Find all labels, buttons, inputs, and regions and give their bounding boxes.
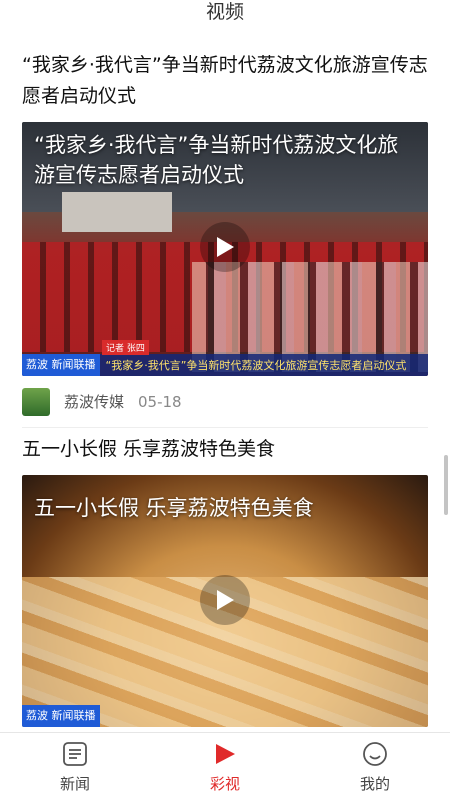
video-scene-wall	[62, 192, 172, 232]
video-thumbnail[interactable]: “我家乡·我代言”争当新时代荔波文化旅游宣传志愿者启动仪式 记者 张四 荔波 新…	[22, 122, 428, 376]
play-button[interactable]	[200, 575, 250, 625]
ticker-logo: 荔波 新闻联播	[22, 354, 100, 376]
tab-news-label: 新闻	[59, 775, 90, 793]
video-thumbnail[interactable]: 五一小长假 乐享荔波特色美食 荔波 新闻联播	[22, 475, 428, 727]
feed-item[interactable]: “我家乡·我代言”争当新时代荔波文化旅游宣传志愿者启动仪式 “我家乡·我代言”争…	[22, 50, 428, 428]
video-play-icon	[212, 741, 238, 767]
tab-news[interactable]: 新闻	[0, 733, 150, 800]
ticker-text: “我家乡·我代言”争当新时代荔波文化旅游宣传志愿者启动仪式	[105, 359, 407, 372]
news-ticker: 记者 张四 荔波 新闻联播 “我家乡·我代言”争当新时代荔波文化旅游宣传志愿者启…	[22, 340, 428, 376]
app-header: 视频	[0, 0, 450, 30]
news-ticker: 荔波 新闻联播	[22, 705, 428, 727]
ticker-logo: 荔波 新闻联播	[22, 705, 100, 727]
source-name[interactable]: 荔波传媒	[64, 391, 124, 412]
scrollbar-thumb[interactable]	[444, 455, 448, 515]
smile-icon	[362, 741, 388, 767]
bottom-tab-bar: 新闻 彩视 我的	[0, 732, 450, 800]
source-avatar[interactable]	[22, 387, 50, 416]
tab-profile[interactable]: 我的	[300, 733, 450, 800]
video-overlay-title: 五一小长假 乐享荔波特色美食	[34, 496, 314, 520]
video-feed[interactable]: “我家乡·我代言”争当新时代荔波文化旅游宣传志愿者启动仪式 “我家乡·我代言”争…	[22, 50, 428, 727]
feed-item-meta: 荔波传媒 05-18	[22, 376, 428, 428]
feed-item-title[interactable]: 五一小长假 乐享荔波特色美食	[22, 434, 428, 465]
tab-video-label: 彩视	[209, 775, 240, 793]
tab-video[interactable]: 彩视	[150, 733, 300, 800]
play-icon	[217, 237, 234, 257]
play-icon	[217, 590, 234, 610]
play-button[interactable]	[200, 222, 250, 272]
reporter-tag: 记者 张四	[102, 340, 149, 355]
feed-item-title[interactable]: “我家乡·我代言”争当新时代荔波文化旅游宣传志愿者启动仪式	[22, 50, 428, 112]
tab-profile-label: 我的	[359, 775, 390, 793]
page-title: 视频	[205, 1, 244, 23]
publish-date: 05-18	[138, 392, 182, 411]
feed-item[interactable]: 五一小长假 乐享荔波特色美食 五一小长假 乐享荔波特色美食 荔波 新闻联播	[22, 434, 428, 727]
video-overlay-title: “我家乡·我代言”争当新时代荔波文化旅游宣传志愿者启动仪式	[34, 133, 399, 187]
news-icon	[62, 741, 88, 767]
